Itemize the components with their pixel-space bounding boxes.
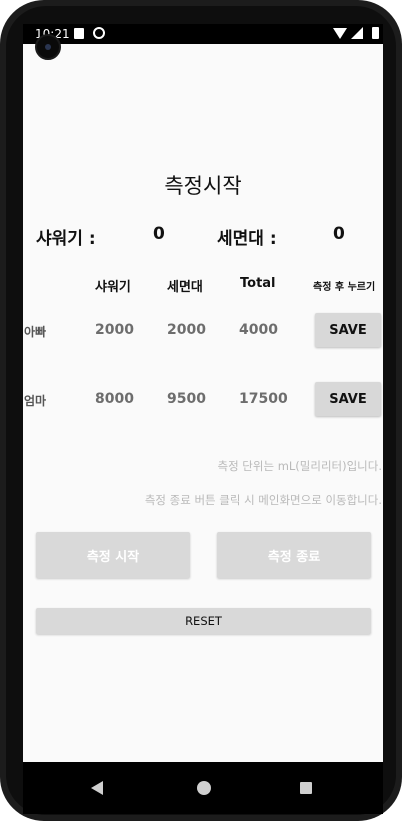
screen: 10:21 측정시작 샤워기 : 0 세면대 : 0 샤워기 세면대 Total… [23,24,383,814]
dad-shower-value: 2000 [95,322,134,338]
row-label-mom: 엄마 [24,394,47,408]
dad-sink-value: 2000 [167,322,206,338]
dad-total-value: 4000 [239,322,278,338]
signal-icon [351,27,363,39]
unit-note: 측정 단위는 mL(밀리리터)입니다. [217,459,382,473]
recent-apps-icon[interactable] [300,782,312,794]
no-sync-icon [93,27,105,39]
wifi-icon [333,28,347,39]
end-button-note: 측정 종료 버튼 클릭 시 메인화면으로 이동합니다. [144,493,382,507]
mom-shower-value: 8000 [95,391,134,407]
phone-frame: 10:21 측정시작 샤워기 : 0 세면대 : 0 샤워기 세면대 Total… [0,0,402,821]
mom-total-value: 17500 [239,391,288,407]
column-header-sink: 세면대 [167,280,203,295]
reset-button[interactable]: RESET [36,608,371,634]
front-camera [35,34,61,60]
app-content: 측정시작 샤워기 : 0 세면대 : 0 샤워기 세면대 Total 측정 후 … [23,44,383,762]
end-measure-button[interactable]: 측정 종료 [217,532,371,578]
back-icon[interactable] [91,781,103,795]
battery-icon [372,27,379,39]
start-measure-button[interactable]: 측정 시작 [36,532,190,578]
column-header-action: 측정 후 누르기 [313,282,376,293]
home-icon[interactable] [197,781,211,795]
save-button-mom[interactable]: SAVE [315,382,381,416]
column-header-total: Total [240,276,276,291]
mom-sink-value: 9500 [167,391,206,407]
status-bar: 10:21 [23,24,383,44]
navigation-bar [23,762,383,814]
save-button-dad[interactable]: SAVE [315,313,381,347]
sink-total-label: 세면대 : [217,229,277,249]
sink-total-value: 0 [333,224,345,244]
page-title: 측정시작 [164,174,242,198]
shower-total-value: 0 [153,224,165,244]
shower-total-label: 샤워기 : [36,229,96,249]
sd-card-icon [74,28,84,39]
column-header-shower: 샤워기 [95,280,131,295]
row-label-dad: 아빠 [24,325,47,339]
